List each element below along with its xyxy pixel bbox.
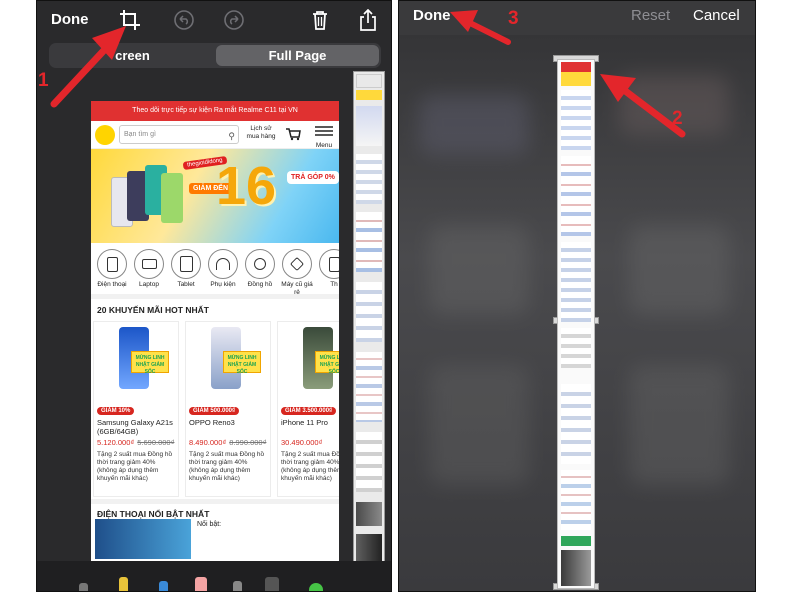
- banner-installment: TRẢ GÓP 0%: [287, 171, 339, 184]
- search-input[interactable]: Bạn tìm gì ⚲: [119, 125, 239, 144]
- page-preview: Theo dõi trực tiếp sự kiện Ra mắt Realme…: [91, 101, 339, 563]
- featured-title: ĐIỆN THOẠI NỔI BẬT NHẤT: [91, 499, 339, 519]
- category-label: Đồng hồ: [247, 281, 273, 288]
- product-promo: Tặng 2 suất mua Đồng hồ thời trang giảm …: [189, 451, 265, 482]
- product-card[interactable]: MỪNG LINH NHẬT GIẢM SỐC GIẢM 500.000₫ OP…: [185, 321, 271, 497]
- category-accessory[interactable]: Phụ kiện: [206, 249, 240, 289]
- product-badge: MỪNG LINH NHẬT GIẢM SỐC: [315, 351, 339, 375]
- history-link[interactable]: Lịch sử mua hàng: [243, 125, 279, 141]
- promo-banner[interactable]: thegioididong GIẢM ĐẾN 16 TRẢ GÓP 0%: [91, 149, 339, 243]
- product-badge: MỪNG LINH NHẬT GIẢM SỐC: [131, 351, 169, 375]
- product-price: 8.490.000₫ 8.990.000₫: [189, 438, 267, 447]
- product-badge: MỪNG LINH NHẬT GIẢM SỐC: [223, 351, 261, 375]
- product-name: Samsung Galaxy A21s (6GB/64GB): [97, 418, 173, 436]
- markup-toolbar: [37, 561, 391, 591]
- search-icon[interactable]: ⚲: [228, 128, 235, 145]
- annotation-number-2: 2: [672, 108, 683, 129]
- product-card[interactable]: MỪNG LINH NHẬT GIẢM SỐC GIẢM 10% Samsung…: [93, 321, 179, 497]
- discount-tag: GIẢM 500.000₫: [189, 407, 240, 415]
- price-current: 30.490.000₫: [281, 438, 323, 447]
- page-thumbnail-strip[interactable]: [353, 71, 385, 571]
- product-promo: Tặng 2 suất mua Đồng hồ thời trang giảm …: [281, 451, 339, 482]
- right-crop-editor: Done Reset Cancel: [398, 0, 756, 592]
- price-current: 8.490.000₫: [189, 438, 227, 447]
- headphone-icon: [208, 249, 238, 279]
- product-promo: Tặng 2 suất mua Đồng hồ thời trang giảm …: [97, 451, 173, 482]
- category-more[interactable]: Th: [317, 249, 339, 289]
- arrow-2-icon: [600, 74, 686, 138]
- full-page-tab[interactable]: Full Page: [216, 45, 379, 66]
- lasso-tool-icon[interactable]: [233, 581, 242, 591]
- product-image: MỪNG LINH NHẬT GIẢM SỐC: [189, 325, 267, 395]
- product-image: MỪNG LINH NHẬT GIẢM SỐC: [97, 325, 175, 395]
- site-logo-icon: [95, 125, 115, 145]
- tablet-icon: [171, 249, 201, 279]
- hamburger-icon: [315, 126, 333, 136]
- pencil-tool-icon[interactable]: [159, 581, 168, 591]
- category-laptop[interactable]: Laptop: [132, 249, 166, 289]
- discount-tag: GIẢM 10%: [97, 407, 135, 415]
- laptop-icon: [134, 249, 164, 279]
- category-tablet[interactable]: Tablet: [169, 249, 203, 289]
- undo-icon[interactable]: [173, 9, 195, 31]
- category-phone[interactable]: Điện thoại: [95, 249, 129, 289]
- category-label: Điện thoại: [97, 281, 127, 288]
- price-old: 8.990.000₫: [229, 438, 267, 447]
- arrow-3-icon: [450, 10, 511, 45]
- share-icon[interactable]: [357, 9, 379, 31]
- annotation-number-1: 1: [38, 70, 49, 91]
- product-name: iPhone 11 Pro: [281, 418, 328, 427]
- color-picker-icon[interactable]: [309, 583, 323, 591]
- product-name: OPPO Reno3: [189, 418, 235, 427]
- price-current: 5.120.000₫: [97, 438, 135, 447]
- search-placeholder: Bạn tìm gì: [124, 131, 156, 138]
- product-list: MỪNG LINH NHẬT GIẢM SỐC GIẢM 10% Samsung…: [91, 321, 339, 499]
- category-label: Phụ kiện: [210, 281, 236, 288]
- tag-icon: [282, 249, 312, 279]
- category-label: Laptop: [139, 281, 159, 288]
- phone-icon: [97, 249, 127, 279]
- menu-button[interactable]: Menu: [313, 124, 335, 150]
- redo-icon[interactable]: [223, 9, 245, 31]
- price-old: 5.690.000₫: [137, 438, 175, 447]
- discount-tag: GIẢM 3.500.000₫: [281, 407, 337, 415]
- banner-phones-image: [111, 165, 183, 229]
- pen-tool-icon[interactable]: [79, 583, 88, 591]
- product-image: MỪNG LINH NHẬT GIẢM SỐC: [281, 325, 339, 395]
- cancel-button[interactable]: Cancel: [693, 7, 740, 24]
- product-price: 5.120.000₫ 5.690.000₫: [97, 438, 175, 447]
- highlighter-tool-icon[interactable]: [119, 577, 128, 591]
- annotation-number-3: 3: [508, 8, 519, 29]
- category-label: Tablet: [177, 281, 195, 288]
- history-label-line1: Lịch sử: [250, 125, 272, 132]
- eraser-tool-icon[interactable]: [195, 577, 207, 591]
- category-used[interactable]: Máy cũ giá rẻ: [280, 249, 314, 297]
- more-icon: [319, 249, 339, 279]
- category-label: Th: [330, 281, 338, 288]
- featured-banner-image[interactable]: [95, 519, 191, 559]
- ruler-tool-icon[interactable]: [265, 577, 279, 591]
- featured-row: Nổi bật:: [91, 519, 339, 559]
- product-price: 30.490.000₫: [281, 438, 339, 447]
- reset-button[interactable]: Reset: [631, 7, 670, 24]
- done-button[interactable]: Done: [413, 7, 451, 24]
- trash-icon[interactable]: [309, 9, 331, 31]
- site-header: Bạn tìm gì ⚲ Lịch sử mua hàng Menu: [91, 121, 339, 149]
- featured-label: Nổi bật:: [197, 521, 222, 528]
- banner-number: 16: [216, 156, 277, 216]
- cart-icon[interactable]: [285, 127, 301, 141]
- product-card[interactable]: MỪNG LINH NHẬT GIẢM SỐC GIẢM 3.500.000₫ …: [277, 321, 339, 497]
- category-row: Điện thoại Laptop Tablet Phụ kiện Đồng h…: [91, 243, 339, 299]
- category-watch[interactable]: Đồng hồ: [243, 249, 277, 289]
- hot-deals-title: 20 KHUYẾN MÃI HOT NHẤT: [97, 305, 209, 315]
- history-label-line2: mua hàng: [246, 133, 276, 140]
- arrow-1-icon: [50, 26, 126, 108]
- category-label: Máy cũ giá rẻ: [281, 281, 313, 296]
- watch-icon: [245, 249, 275, 279]
